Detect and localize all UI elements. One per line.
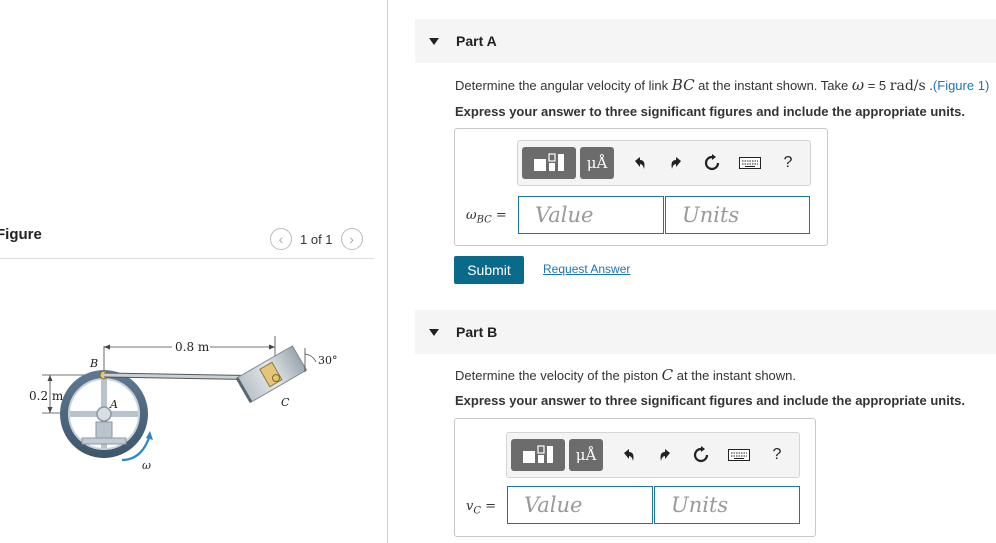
part-b-answer-box: μÅ ? vC = Value Units — [454, 418, 816, 537]
submit-button[interactable]: Submit — [454, 256, 524, 284]
figure-link[interactable]: (Figure 1) — [933, 78, 989, 93]
reset-icon — [693, 446, 709, 463]
omega-bc-label: ωBC = — [466, 208, 507, 226]
help-icon: ? — [783, 154, 793, 171]
chevron-right-icon: › — [349, 231, 354, 247]
dim-height-label: 0.2 m — [29, 389, 64, 403]
part-b-units-input[interactable]: Units — [654, 486, 800, 524]
var-subscript: C — [473, 505, 482, 517]
var-symbol: ω — [466, 208, 477, 223]
reset-button[interactable] — [694, 154, 730, 172]
undo-button[interactable] — [611, 447, 647, 463]
vc-label: vC = — [466, 499, 497, 517]
keyboard-icon — [728, 449, 750, 461]
angle-label: 30° — [318, 354, 338, 367]
reset-icon — [704, 154, 720, 171]
dim-length-label: 0.8 m — [175, 340, 210, 354]
request-answer-link[interactable]: Request Answer — [543, 262, 630, 276]
templates-icon — [523, 445, 553, 463]
part-b-toolbar: μÅ ? — [506, 432, 800, 478]
point-c-label: C — [281, 396, 290, 409]
figure-pager: ‹ 1 of 1 › — [270, 228, 363, 250]
part-a-instruction: Express your answer to three significant… — [455, 104, 965, 119]
templates-button[interactable] — [511, 439, 565, 471]
reset-button[interactable] — [683, 446, 719, 464]
templates-button[interactable] — [522, 147, 576, 179]
point-a-label: A — [109, 398, 118, 411]
part-b-header[interactable]: Part B — [415, 310, 996, 354]
figure-page-count: 1 of 1 — [300, 231, 333, 247]
panel-divider — [387, 0, 388, 543]
question-text: Determine the velocity of the piston — [455, 368, 662, 383]
collapse-triangle-icon — [429, 329, 439, 336]
question-text-mid: at the instant shown. Take — [694, 78, 852, 93]
undo-icon — [624, 449, 634, 461]
keyboard-button[interactable] — [730, 157, 770, 169]
part-b-question: Determine the velocity of the piston C a… — [455, 366, 796, 384]
question-text: Determine the angular velocity of link — [455, 78, 672, 93]
omega-value: = 5 — [864, 78, 890, 93]
part-a-title: Part A — [456, 33, 497, 49]
templates-icon — [534, 153, 564, 171]
next-figure-button[interactable]: › — [340, 228, 363, 250]
part-a-question: Determine the angular velocity of link B… — [455, 76, 989, 94]
help-button[interactable]: ? — [770, 154, 806, 172]
keyboard-button[interactable] — [719, 449, 759, 461]
part-a-units-input[interactable]: Units — [665, 196, 810, 234]
omega-unit: rad/s — [889, 78, 926, 94]
var-subscript: BC — [476, 214, 492, 226]
help-button[interactable]: ? — [759, 446, 795, 464]
point-b-label: B — [89, 357, 98, 370]
question-text-end: at the instant shown. — [673, 368, 797, 383]
omega-label: ω — [142, 459, 151, 472]
redo-icon — [660, 449, 670, 461]
omega-symbol: ω — [851, 76, 865, 94]
part-b-instruction: Express your answer to three significant… — [455, 393, 965, 408]
part-a-value-input[interactable]: Value — [518, 196, 664, 234]
part-b-title: Part B — [456, 324, 498, 340]
symbols-button[interactable]: μÅ — [580, 147, 614, 179]
figure-divider — [0, 258, 374, 259]
part-b-value-input[interactable]: Value — [507, 486, 653, 524]
mechanism-figure: 0.8 m 0.2 m 30° B A C ω — [29, 336, 338, 472]
part-a-toolbar: μÅ ? — [517, 140, 811, 186]
keyboard-icon — [739, 157, 761, 169]
part-a-answer-box: μÅ ? ωBC = Value Units — [454, 128, 828, 246]
part-a-header[interactable]: Part A — [415, 19, 996, 63]
undo-icon — [635, 157, 645, 169]
symbols-icon: μÅ — [586, 154, 608, 172]
help-icon: ? — [772, 446, 782, 463]
symbols-icon: μÅ — [575, 446, 597, 464]
redo-button[interactable] — [658, 155, 694, 171]
prev-figure-button[interactable]: ‹ — [270, 228, 292, 250]
piston-symbol: C — [661, 366, 674, 384]
symbols-button[interactable]: μÅ — [569, 439, 603, 471]
collapse-triangle-icon — [429, 38, 439, 45]
question-period: . — [925, 78, 933, 93]
figure-panel-title: Figure — [0, 226, 42, 243]
redo-icon — [671, 157, 681, 169]
link-symbol: BC — [671, 76, 695, 94]
redo-button[interactable] — [647, 447, 683, 463]
chevron-left-icon: ‹ — [278, 231, 284, 247]
undo-button[interactable] — [622, 155, 658, 171]
